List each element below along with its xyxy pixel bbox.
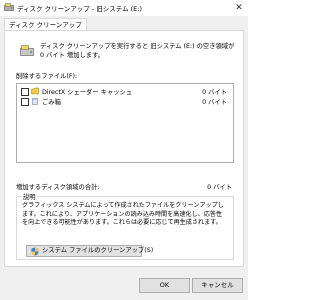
total-space-value: 0 バイト bbox=[207, 184, 232, 191]
file-checkbox[interactable] bbox=[21, 98, 29, 106]
tab-panel: ディスク クリーンアップを実行すると 旧システム (E:) の空き領域が 0 バ… bbox=[4, 30, 244, 267]
file-size: 0 バイト bbox=[202, 99, 227, 106]
close-button[interactable]: ✕ bbox=[234, 3, 244, 13]
files-to-delete-list[interactable]: DirectX シェーダー キャッシュ 0 バイト ごみ箱 0 バイト bbox=[16, 83, 234, 163]
file-checkbox[interactable] bbox=[21, 88, 29, 96]
files-to-delete-label: 削除するファイル(F): bbox=[16, 73, 78, 80]
tab-strip: ディスク クリーンアップ bbox=[0, 16, 248, 31]
drive-icon bbox=[20, 45, 34, 56]
file-name: DirectX シェーダー キャッシュ bbox=[42, 89, 133, 96]
list-item[interactable]: DirectX シェーダー キャッシュ 0 バイト bbox=[17, 87, 233, 97]
total-space-label: 増加するディスク領域の合計: bbox=[16, 184, 100, 191]
window-title: ディスク クリーンアップ - 旧システム (E:) bbox=[17, 5, 143, 13]
shield-icon bbox=[31, 247, 39, 256]
list-item[interactable]: ごみ箱 0 バイト bbox=[17, 97, 233, 107]
cleanup-button-label: システム ファイルのクリーンアップ(S) bbox=[42, 247, 154, 254]
cancel-button[interactable]: キャンセル bbox=[192, 278, 243, 293]
recycle-bin-icon bbox=[32, 98, 38, 105]
header-description: ディスク クリーンアップを実行すると 旧システム (E:) の空き領域が 0 バ… bbox=[40, 43, 235, 59]
title-bar: ディスク クリーンアップ - 旧システム (E:) ✕ bbox=[0, 0, 248, 16]
folder-icon bbox=[31, 87, 39, 95]
file-size: 0 バイト bbox=[202, 89, 227, 96]
cleanup-system-files-button[interactable]: システム ファイルのクリーンアップ(S) bbox=[26, 245, 153, 257]
disk-cleanup-window: ディスク クリーンアップ - 旧システム (E:) ✕ ディスク クリーンアップ… bbox=[0, 0, 248, 300]
disk-cleanup-icon bbox=[4, 3, 14, 11]
description-title: 説明 bbox=[22, 192, 37, 201]
description-text: グラフィックス システムによって作成されたファイルをクリーンアップします。これに… bbox=[22, 202, 224, 226]
file-name: ごみ箱 bbox=[42, 99, 61, 106]
ok-button[interactable]: OK bbox=[139, 278, 190, 293]
